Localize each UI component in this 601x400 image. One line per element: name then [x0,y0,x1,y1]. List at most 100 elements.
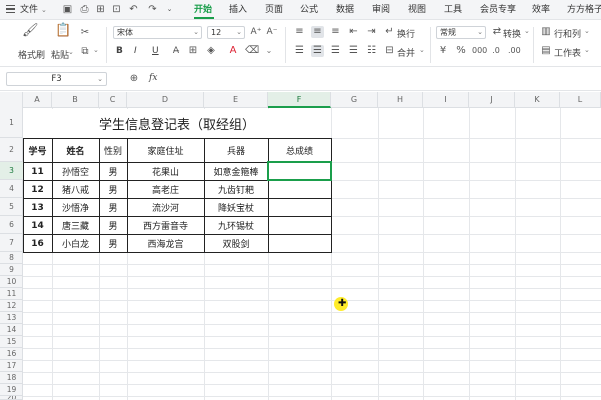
worksheet-dropdown-icon[interactable]: ⌄ [584,46,590,54]
print-preview-icon[interactable]: ⊡ [110,3,123,16]
tab-tools[interactable]: 工具 [444,0,462,20]
row-header[interactable]: 8 [0,252,23,264]
italic-button[interactable]: I [134,46,137,56]
merge-dropdown-icon[interactable]: ⌄ [419,46,425,54]
more-format-icon[interactable]: ⌄ [263,45,275,57]
table-cell[interactable]: 九环锡杖 [204,217,268,234]
table-cell[interactable]: 流沙河 [127,199,204,216]
col-header-k[interactable]: K [515,92,560,108]
row-header[interactable]: 11 [0,288,23,300]
table-cell[interactable]: 男 [99,217,127,234]
table-cell[interactable]: 男 [99,199,127,216]
format-painter-icon[interactable]: 🖌 [22,24,39,37]
table-cell[interactable]: 男 [99,163,127,180]
align-left-icon[interactable]: ☰ [293,45,306,57]
bold-button[interactable]: B [116,46,123,56]
table-cell[interactable] [268,181,331,198]
table-cell[interactable] [268,199,331,216]
select-all-corner[interactable] [0,92,23,108]
table-cell[interactable]: 孙悟空 [52,163,99,180]
row-header[interactable]: 12 [0,300,23,312]
increase-decimal-icon[interactable]: .0 [490,45,502,57]
save-icon[interactable]: ▣ [61,3,74,16]
decrease-decimal-icon[interactable]: .00 [508,45,521,57]
wrap-icon[interactable]: ↵ [383,26,396,38]
col-header-i[interactable]: I [423,92,469,108]
col-header-b[interactable]: B [52,92,99,108]
row-header[interactable]: 4 [0,180,23,198]
undo-icon[interactable]: ↶ [127,3,140,16]
indent-increase-icon[interactable]: ⇥ [365,26,378,38]
header-cell[interactable]: 家庭住址 [127,139,204,162]
font-color-icon[interactable]: A [227,45,239,57]
col-header-d[interactable]: D [127,92,204,108]
row-header[interactable]: 16 [0,348,23,360]
row-header[interactable]: 15 [0,336,23,348]
header-cell[interactable]: 学号 [23,139,52,162]
tab-efficiency[interactable]: 效率 [532,0,550,20]
table-cell[interactable]: 男 [99,235,127,252]
paste-icon[interactable]: 📋 [55,24,71,37]
tab-formula[interactable]: 公式 [300,0,318,20]
print-icon[interactable]: ⊞ [94,3,107,16]
spreadsheet-grid[interactable]: A B C D E F G H I J K L 1 2 3 4 5 6 7 8 … [0,92,601,400]
copy-icon[interactable]: ⧉ [79,46,91,58]
active-cell-selection[interactable] [267,161,332,181]
col-header-j[interactable]: J [469,92,515,108]
font-name-select[interactable]: 宋体 ⌄ [113,26,202,39]
table-cell[interactable] [268,235,331,252]
tab-page[interactable]: 页面 [265,0,283,20]
col-header-l[interactable]: L [560,92,601,108]
tab-review[interactable]: 审阅 [372,0,390,20]
currency-icon[interactable]: ¥ [437,45,449,57]
table-cell[interactable]: 14 [23,217,52,234]
hamburger-menu-icon[interactable] [6,5,15,14]
fx-icon[interactable]: fx [149,73,157,83]
table-cell[interactable]: 如意金箍棒 [204,163,268,180]
row-header[interactable]: 1 [0,108,23,138]
quick-access-dropdown-icon[interactable]: ⌄ [163,3,176,16]
align-middle-icon[interactable]: ≡ [311,26,324,38]
convert-button[interactable]: 转换 [503,27,521,40]
table-cell[interactable]: 沙悟净 [52,199,99,216]
header-cell[interactable]: 总成绩 [268,139,331,162]
table-cell[interactable]: 13 [23,199,52,216]
tab-view[interactable]: 视图 [408,0,426,20]
align-center-icon[interactable]: ☰ [311,45,324,57]
file-menu[interactable]: 文件 [20,0,38,20]
merge-icon[interactable]: ⊟ [383,45,396,57]
row-header[interactable]: 2 [0,138,23,162]
tab-insert[interactable]: 插入 [229,0,247,20]
table-cell[interactable]: 11 [23,163,52,180]
worksheet-icon[interactable]: ▤ [540,45,552,57]
font-size-select[interactable]: 12 ⌄ [207,26,245,39]
rows-cols-icon[interactable]: ▥ [540,26,552,38]
rows-cols-dropdown-icon[interactable]: ⌄ [584,27,590,35]
formula-input[interactable] [168,71,601,87]
table-cell[interactable]: 西方雷音寺 [127,217,204,234]
table-cell[interactable]: 双股剑 [204,235,268,252]
cut-icon[interactable]: ✂ [79,27,91,39]
header-cell[interactable]: 性别 [99,139,127,162]
wrap-text-button[interactable]: 换行 [397,27,415,40]
row-header[interactable]: 3 [0,162,23,180]
row-header[interactable]: 20 [0,396,23,400]
table-cell[interactable]: 12 [23,181,52,198]
col-header-h[interactable]: H [378,92,423,108]
indent-decrease-icon[interactable]: ⇤ [347,26,360,38]
row-header[interactable]: 17 [0,360,23,372]
file-dropdown-icon[interactable]: ⌄ [41,0,47,20]
copy-dropdown-icon[interactable]: ⌄ [93,46,99,54]
distributed-icon[interactable]: ☷ [365,45,378,57]
row-header[interactable]: 14 [0,324,23,336]
export-icon[interactable]: ⎙ [78,3,91,16]
paste-dropdown-icon[interactable]: ⌄ [68,48,74,56]
table-cell[interactable]: 高老庄 [127,181,204,198]
table-cell[interactable]: 西海龙宫 [127,235,204,252]
increase-font-icon[interactable]: A⁺ [250,26,262,38]
row-header[interactable]: 10 [0,276,23,288]
col-header-e[interactable]: E [204,92,268,108]
fill-color-icon[interactable]: ◈ [205,45,217,57]
underline-button[interactable]: U [152,46,159,56]
row-header[interactable]: 9 [0,264,23,276]
